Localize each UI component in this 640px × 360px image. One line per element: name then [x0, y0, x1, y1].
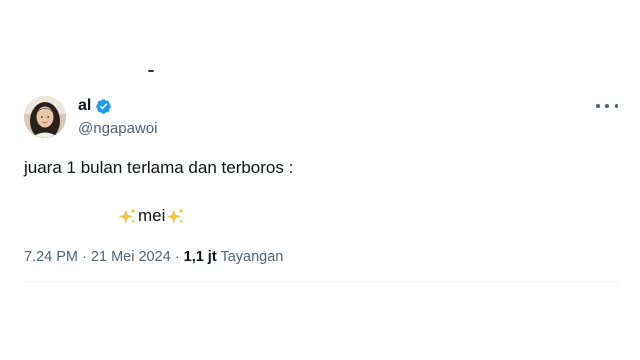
divider — [24, 281, 618, 282]
more-dot — [605, 104, 609, 108]
author-display-name[interactable]: al — [78, 96, 91, 116]
more-dot — [614, 104, 618, 108]
tweet-highlight-line: mei — [118, 205, 185, 227]
views-label: Tayangan — [220, 249, 284, 265]
avatar-image — [24, 96, 66, 138]
tweet-meta: 7.24 PM · 21 Mei 2024 · 1,1 jt Tayangan — [24, 247, 283, 267]
verified-badge-icon[interactable] — [95, 98, 112, 115]
tweet-text: juara 1 bulan terlama dan terboros : — [24, 158, 294, 177]
sparkles-icon — [167, 207, 185, 224]
tweet-card: al @ngapawoi juara 1 bulan terlama dan t… — [0, 0, 640, 360]
avatar[interactable] — [24, 96, 66, 138]
highlight-word: mei — [138, 206, 166, 225]
sparkles-icon — [118, 207, 136, 224]
author-handle[interactable]: @ngapawoi — [78, 119, 157, 139]
tweet-time[interactable]: 7.24 PM — [24, 249, 78, 265]
more-options-icon[interactable] — [596, 100, 618, 112]
more-dot — [596, 104, 600, 108]
meta-separator: · — [82, 249, 87, 265]
meta-separator: · — [174, 249, 180, 265]
views-count[interactable]: 1,1 jt — [184, 249, 217, 265]
tweet-date[interactable]: 21 Mei 2024 — [91, 249, 171, 265]
